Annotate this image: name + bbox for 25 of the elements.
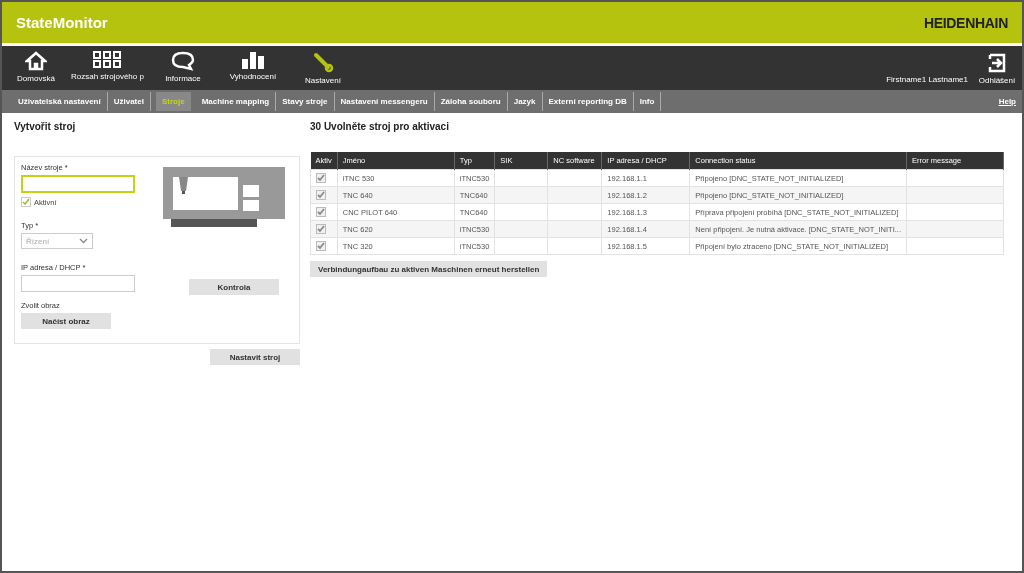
settings-tab[interactable]: Machine mapping bbox=[195, 92, 277, 111]
user-name: Firstname1 Lastname1 bbox=[886, 75, 968, 86]
settings-tab[interactable]: Jazyk bbox=[507, 92, 543, 111]
settings-tab[interactable]: Externí reporting DB bbox=[542, 92, 634, 111]
app-title: StateMonitor bbox=[16, 14, 108, 31]
settings-tab[interactable]: Nastavení messengeru bbox=[334, 92, 435, 111]
check-button[interactable]: Kontrola bbox=[189, 279, 279, 295]
nav-item[interactable]: Nastavení bbox=[292, 51, 353, 90]
settings-tab[interactable]: Uživatelská nastavení bbox=[12, 92, 108, 111]
settings-tab[interactable]: Záloha souboru bbox=[434, 92, 508, 111]
settings-tab[interactable]: Stavy stroje bbox=[276, 92, 335, 111]
nav-item[interactable]: Vyhodnocení bbox=[222, 51, 283, 90]
logout-button[interactable]: Odhlášení bbox=[972, 53, 1022, 90]
help-link[interactable]: Help bbox=[998, 97, 1022, 106]
nav-item[interactable]: Rozsah strojového p bbox=[66, 51, 149, 90]
settings-tab[interactable]: Uživatel bbox=[107, 92, 151, 111]
load-image-button[interactable]: Načíst obraz bbox=[21, 313, 111, 329]
set-machine-button[interactable]: Nastavit stroj bbox=[210, 349, 300, 365]
reconnect-button[interactable]: Verbindungaufbau zu aktiven Maschinen erneut herstellen bbox=[310, 261, 548, 277]
section-title: 30 Uvolněte stroj pro aktivaci bbox=[310, 121, 450, 132]
nav-item[interactable]: Informace bbox=[152, 51, 213, 90]
settings-tab[interactable]: Info bbox=[633, 92, 662, 111]
nav-item[interactable]: Domovská bbox=[6, 51, 66, 90]
brand-logo: HEIDENHAIN bbox=[923, 14, 1008, 31]
section-title: Vytvořit stroj bbox=[14, 121, 77, 132]
